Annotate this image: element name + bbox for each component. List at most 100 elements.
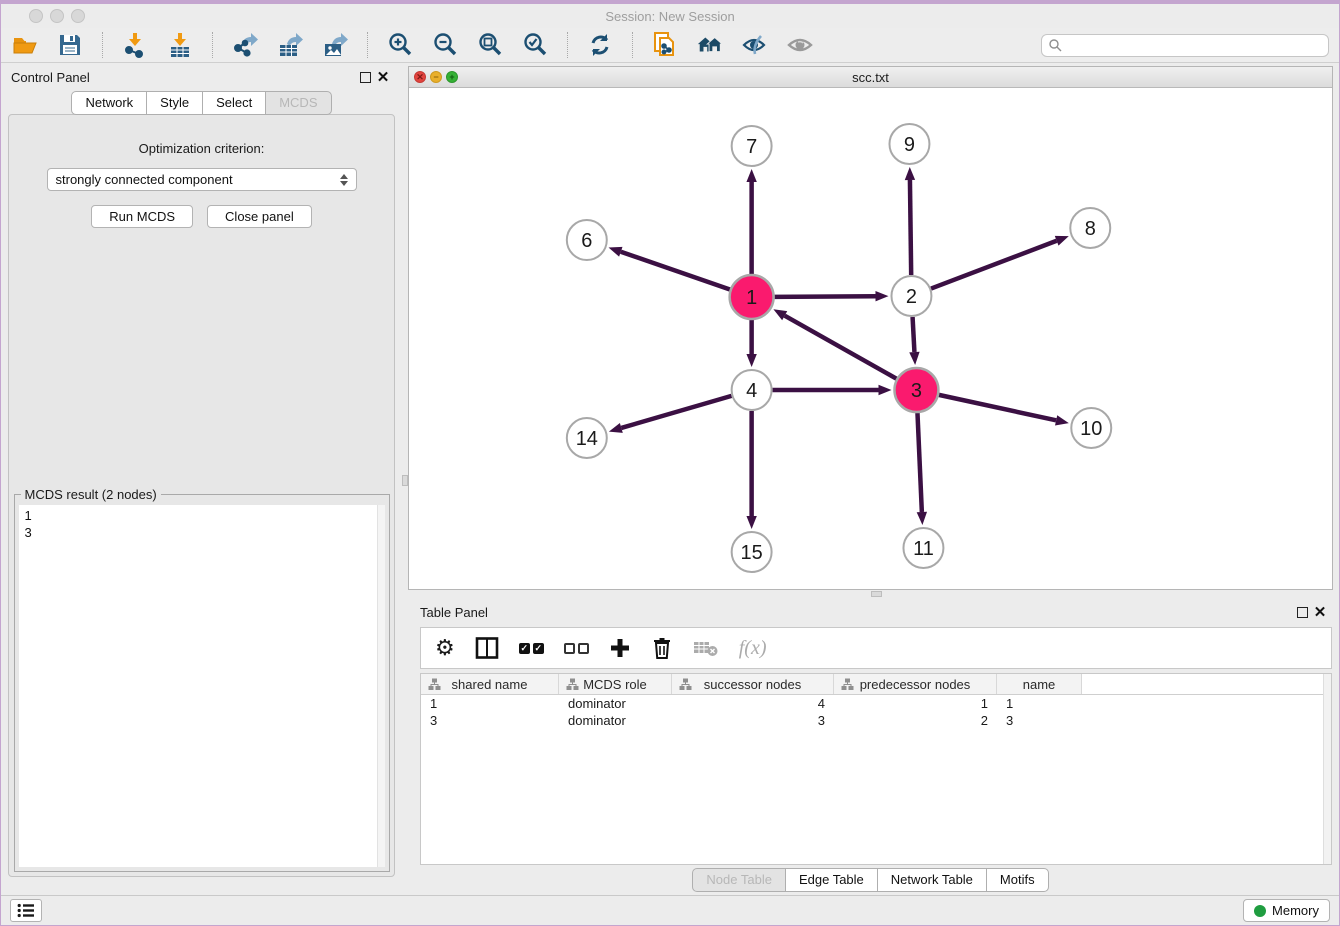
delete-column-icon[interactable] — [651, 634, 673, 662]
splitter-grip[interactable] — [871, 591, 882, 597]
close-table-panel-icon[interactable]: ✕ — [1311, 603, 1329, 621]
optimization-criterion-value: strongly connected component — [56, 172, 340, 187]
tab-motifs[interactable]: Motifs — [986, 868, 1049, 892]
graph-edge-1-6[interactable] — [621, 252, 730, 290]
result-scrollbar[interactable] — [377, 505, 385, 867]
graph-edge-arrow-icon — [609, 247, 623, 257]
column-selector-icon[interactable] — [475, 634, 499, 662]
optimization-criterion-label: Optimization criterion: — [139, 141, 265, 156]
network-window: scc.txt ✕ − + 7968124314101511 — [408, 66, 1333, 590]
graph-node-label: 15 — [741, 542, 763, 564]
column-header-predecessor-nodes[interactable]: predecessor nodes — [834, 674, 997, 694]
zoom-selected-icon[interactable] — [521, 31, 549, 59]
graph-edge-3-10[interactable] — [939, 395, 1056, 420]
graph-edge-4-14[interactable] — [621, 396, 731, 428]
tab-network-table[interactable]: Network Table — [877, 868, 987, 892]
table-settings-icon[interactable]: ⚙ — [435, 634, 455, 662]
table-cell: 1 — [421, 696, 559, 711]
graph-edge-3-1[interactable] — [785, 316, 897, 379]
tab-network[interactable]: Network — [71, 91, 147, 115]
toolbar-separator — [567, 32, 568, 58]
tab-select[interactable]: Select — [202, 91, 266, 115]
mcds-result-lines: 13 — [19, 505, 385, 543]
graph-edge-1-2[interactable] — [775, 296, 876, 297]
column-header-successor-nodes[interactable]: successor nodes — [672, 674, 834, 694]
refresh-icon[interactable] — [586, 31, 614, 59]
network-graph: 7968124314101511 — [409, 88, 1332, 589]
tab-mcds[interactable]: MCDS — [265, 91, 331, 115]
search-input[interactable] — [1066, 38, 1322, 53]
export-network-icon[interactable] — [231, 31, 259, 59]
splitter-grip[interactable] — [402, 475, 408, 486]
network-window-title: scc.txt — [409, 70, 1332, 85]
network-canvas[interactable]: 7968124314101511 — [409, 88, 1332, 589]
select-all-icon[interactable]: ✓✓ — [519, 634, 544, 662]
memory-label: Memory — [1272, 903, 1319, 918]
zoom-fit-icon[interactable] — [476, 31, 504, 59]
import-network-icon[interactable] — [121, 31, 149, 59]
open-session-icon[interactable] — [11, 31, 39, 59]
status-bar: Memory — [1, 895, 1339, 925]
run-mcds-button[interactable]: Run MCDS — [91, 205, 193, 228]
optimization-criterion-select[interactable]: strongly connected component — [47, 168, 357, 191]
show-panel-icon[interactable] — [786, 31, 814, 59]
float-table-panel-icon[interactable] — [1293, 603, 1311, 621]
table-header-row: shared nameMCDS role successor nodes prede… — [421, 674, 1331, 695]
graph-node-label: 8 — [1085, 218, 1096, 240]
graph-node-label: 2 — [906, 286, 917, 308]
horizontal-splitter[interactable] — [408, 590, 1333, 598]
column-header-label: successor nodes — [704, 677, 802, 692]
close-panel-icon[interactable]: ✕ — [374, 68, 392, 86]
mcds-result-area[interactable]: 13 — [19, 505, 385, 867]
control-panel-title: Control Panel — [11, 70, 90, 85]
search-field[interactable] — [1041, 34, 1329, 57]
graph-node-label: 1 — [746, 287, 757, 309]
deselect-all-icon[interactable] — [564, 634, 589, 662]
clone-network-icon[interactable] — [651, 31, 679, 59]
toolbar-separator — [102, 32, 103, 58]
graph-edge-2-3[interactable] — [913, 317, 915, 352]
column-header-label: name — [1023, 677, 1056, 692]
close-panel-button[interactable]: Close panel — [207, 205, 312, 228]
column-type-icon — [428, 678, 441, 691]
tab-style[interactable]: Style — [146, 91, 203, 115]
float-panel-icon[interactable] — [356, 68, 374, 86]
zoom-in-icon[interactable] — [386, 31, 414, 59]
memory-button[interactable]: Memory — [1243, 899, 1330, 922]
graph-node-label: 9 — [904, 134, 915, 156]
node-table: shared nameMCDS role successor nodes prede… — [420, 673, 1332, 865]
graph-edge-3-11[interactable] — [917, 413, 921, 512]
network-window-titlebar: scc.txt ✕ − + — [409, 67, 1332, 88]
delete-table-icon — [693, 634, 719, 662]
table-cell: 3 — [421, 713, 559, 728]
graph-edge-arrow-icon — [878, 385, 891, 395]
export-image-icon[interactable] — [321, 31, 349, 59]
zoom-out-icon[interactable] — [431, 31, 459, 59]
column-header-name[interactable]: name — [997, 674, 1082, 694]
mcds-result-group: MCDS result (2 nodes) 13 — [14, 494, 390, 872]
save-session-icon[interactable] — [56, 31, 84, 59]
column-header-mcds-role[interactable]: MCDS role — [559, 674, 672, 694]
hide-panel-icon[interactable] — [741, 31, 769, 59]
vertical-splitter[interactable] — [402, 63, 408, 895]
table-scrollbar[interactable] — [1323, 674, 1331, 864]
import-table-icon[interactable] — [166, 31, 194, 59]
task-history-button[interactable] — [10, 899, 42, 922]
tab-node-table[interactable]: Node Table — [692, 868, 786, 892]
column-header-shared-name[interactable]: shared name — [421, 674, 559, 694]
graph-edge-2-8[interactable] — [931, 241, 1057, 289]
home-layout-icon[interactable] — [696, 31, 724, 59]
graph-edge-arrow-icon — [746, 169, 756, 182]
graph-node-label: 14 — [576, 428, 598, 450]
column-type-icon — [679, 678, 692, 691]
window-title: Session: New Session — [1, 9, 1339, 24]
export-table-icon[interactable] — [276, 31, 304, 59]
table-row[interactable]: 3dominator323 — [421, 712, 1331, 729]
add-column-icon[interactable] — [609, 634, 631, 662]
tab-edge-table[interactable]: Edge Table — [785, 868, 878, 892]
table-tabs: Node TableEdge TableNetwork TableMotifs — [692, 868, 1048, 892]
graph-edge-2-9[interactable] — [910, 180, 911, 275]
table-row[interactable]: 1dominator411 — [421, 695, 1331, 712]
select-stepper-icon — [340, 174, 348, 186]
graph-edge-arrow-icon — [773, 309, 787, 320]
